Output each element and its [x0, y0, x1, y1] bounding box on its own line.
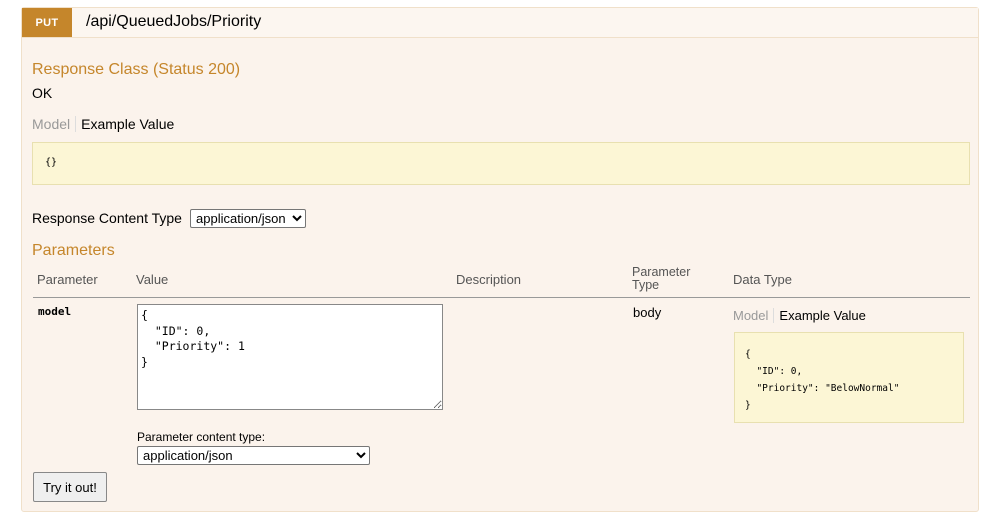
response-example-code: {}: [32, 142, 970, 185]
response-class-value: OK: [32, 85, 53, 101]
header-divider: [33, 297, 970, 298]
header-value: Value: [136, 272, 169, 287]
data-type-tabs: Model Example Value: [733, 308, 866, 323]
parameter-value-textarea[interactable]: { "ID": 0, "Priority": 1 }: [137, 304, 443, 410]
response-content-type-label: Response Content Type: [32, 210, 182, 226]
http-method-badge[interactable]: PUT: [22, 8, 72, 37]
response-class-title: Response Class (Status 200): [32, 61, 241, 78]
header-parameter-type: Parameter Type: [632, 266, 690, 292]
header-description: Description: [456, 272, 522, 287]
parameter-name: model: [38, 305, 72, 318]
operation-path[interactable]: /api/QueuedJobs/Priority: [86, 13, 261, 31]
tab-example-value[interactable]: Example Value: [76, 116, 174, 132]
response-content-type-select[interactable]: application/json: [190, 209, 306, 228]
data-type-example-code[interactable]: { "ID": 0, "Priority": "BelowNormal" }: [734, 332, 964, 423]
parameter-type: body: [633, 305, 662, 320]
operation-heading[interactable]: PUT /api/QueuedJobs/Priority: [22, 8, 978, 38]
parameters-title: Parameters: [32, 242, 115, 259]
parameter-content-type-select[interactable]: application/json: [137, 446, 370, 465]
tab-model[interactable]: Model: [32, 116, 77, 132]
parameter-content-type-label: Parameter content type:: [137, 430, 266, 444]
try-it-out-button[interactable]: Try it out!: [33, 472, 107, 502]
endpoint-panel: PUT /api/QueuedJobs/Priority Response Cl…: [21, 7, 979, 512]
data-type-tab-example-value[interactable]: Example Value: [774, 308, 865, 323]
header-parameter: Parameter: [37, 272, 98, 287]
data-type-tab-model[interactable]: Model: [733, 308, 775, 323]
response-signature-tabs: Model Example Value: [32, 116, 174, 132]
header-parameter-type-line2: Type: [632, 278, 660, 292]
header-data-type: Data Type: [733, 272, 793, 287]
